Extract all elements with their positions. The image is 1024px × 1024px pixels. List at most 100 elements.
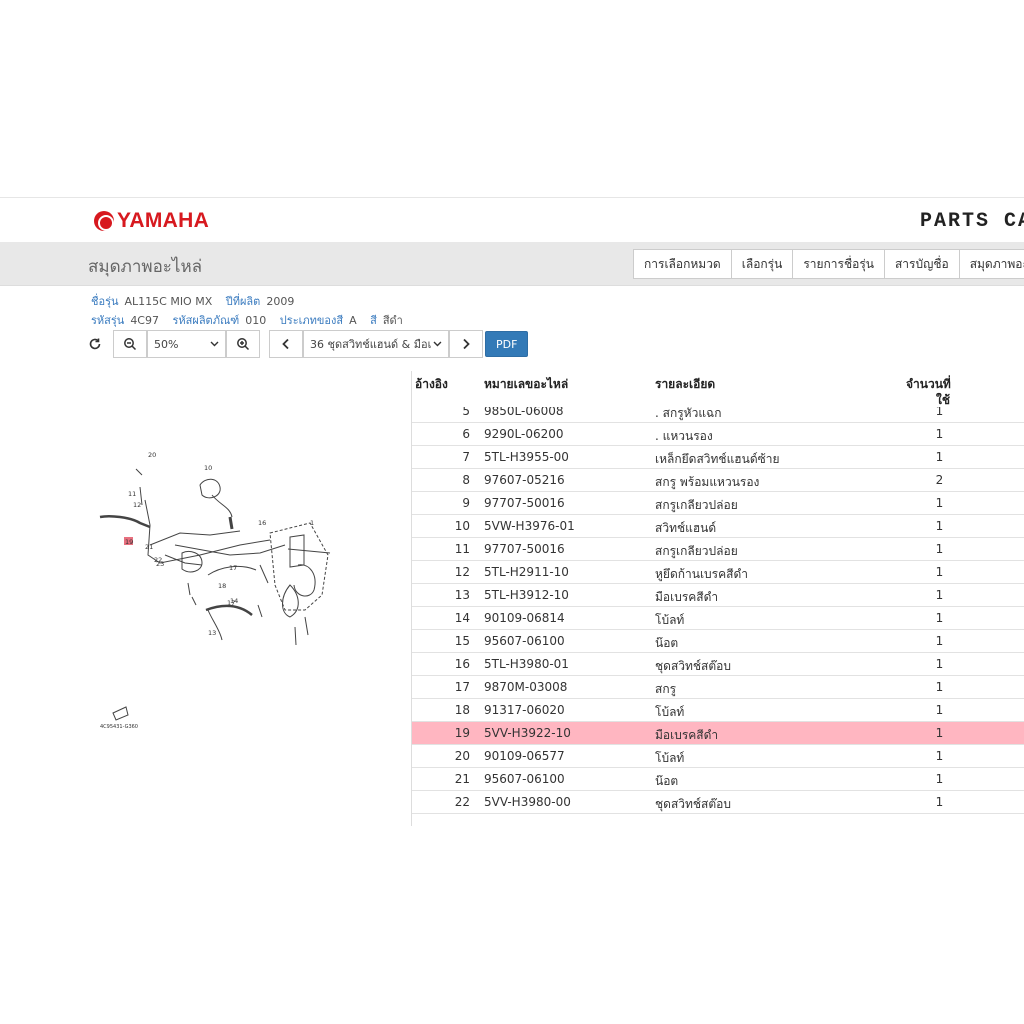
viewer-toolbar: 50% 36 ชุดสวิทช์แฮนด์ & มือเ PDF <box>80 330 529 358</box>
table-row[interactable]: 19 5VV-H3922-10 มือเบรคสีดำ 1 <box>412 722 1024 745</box>
header-ref: อ้างอิง <box>415 377 448 391</box>
color-type-label: ประเภทของสี <box>279 314 344 327</box>
zoom-value: 50% <box>154 337 179 351</box>
callout-1[interactable]: 1 <box>310 519 314 527</box>
color-label: สี <box>370 314 377 327</box>
table-row[interactable]: 15 95607-06100 น๊อต 1 <box>412 630 1024 653</box>
description-cell: โบ้ลท์ <box>655 751 685 765</box>
table-row[interactable]: 13 5TL-H3912-10 มือเบรคสีดำ 1 <box>412 584 1024 607</box>
callout-20[interactable]: 20 <box>148 451 156 459</box>
ref-cell: 6 <box>462 427 470 441</box>
tab-select-model[interactable]: เลือกรุ่น <box>730 249 794 279</box>
section-select[interactable]: 36 ชุดสวิทช์แฮนด์ & มือเ <box>303 330 449 358</box>
callout-11[interactable]: 11 <box>128 490 136 498</box>
quantity-cell: 1 <box>935 657 944 671</box>
part-number-cell: 5TL-H2911-10 <box>484 565 569 579</box>
part-number-cell: 97707-50016 <box>484 496 565 510</box>
model-info-line-2: รหัสรุ่น 4C97 รหัสผลิตภัณฑ์ 010 ประเภทของส… <box>91 311 413 329</box>
table-row[interactable]: 18 91317-06020 โบ้ลท์ 1 <box>412 699 1024 722</box>
chevron-left-icon <box>282 338 289 350</box>
quantity-cell: 1 <box>935 588 944 602</box>
tab-model-list[interactable]: รายการชื่อรุ่น <box>792 249 885 279</box>
part-number-cell: 90109-06814 <box>484 611 565 625</box>
table-row[interactable]: 22 5VV-H3980-00 ชุดสวิทช์สต๊อบ 1 <box>412 791 1024 814</box>
quantity-cell: 1 <box>935 496 944 510</box>
description-cell: . แหวนรอง <box>655 429 713 443</box>
callout-12[interactable]: 12 <box>133 501 141 509</box>
quantity-cell: 1 <box>935 749 944 763</box>
tab-select-category[interactable]: การเลือกหมวด <box>633 249 732 279</box>
table-row[interactable]: 6 9290L-06200 . แหวนรอง 1 <box>412 423 1024 446</box>
table-row[interactable]: 17 9870M-03008 สกรู 1 <box>412 676 1024 699</box>
ref-cell: 21 <box>454 772 470 786</box>
previous-section-button[interactable] <box>269 330 303 358</box>
next-section-button[interactable] <box>449 330 483 358</box>
table-row[interactable]: 14 90109-06814 โบ้ลท์ 1 <box>412 607 1024 630</box>
table-row[interactable]: 7 5TL-H3955-00 เหล็กยึดสวิทช์แฮนด์ซ้าย 1 <box>412 446 1024 469</box>
table-row[interactable]: 11 97707-50016 สกรูเกลียวปล่อย 1 <box>412 538 1024 561</box>
refresh-button[interactable] <box>80 330 110 358</box>
tab-parts-catalog[interactable]: สมุดภาพอะไห <box>958 249 1024 279</box>
table-row[interactable]: 16 5TL-H3980-01 ชุดสวิทช์สต๊อบ 1 <box>412 653 1024 676</box>
part-number-cell: 97607-05216 <box>484 473 565 487</box>
header-description: รายละเอียด <box>655 377 716 391</box>
tuning-fork-icon <box>94 211 114 231</box>
title-bar: สมุดภาพอะไหล่ การเลือกหมวด เลือกรุ่น ราย… <box>0 242 1024 286</box>
chevron-down-icon <box>433 341 442 347</box>
chevron-down-icon <box>210 341 219 347</box>
pdf-button[interactable]: PDF <box>485 331 529 357</box>
section-value: 36 ชุดสวิทช์แฮนด์ & มือเ <box>310 338 432 351</box>
zoom-select[interactable]: 50% <box>147 330 226 358</box>
callout-19[interactable]: 19 <box>125 538 133 546</box>
callout-18[interactable]: 18 <box>218 582 226 590</box>
part-number-cell: 5TL-H3955-00 <box>484 450 569 464</box>
callout-21[interactable]: 21 <box>145 543 153 551</box>
description-cell: ชุดสวิทช์สต๊อบ <box>655 659 731 673</box>
tab-name-index[interactable]: สารบัญชื่อ <box>883 249 960 279</box>
quantity-cell: 2 <box>935 473 944 487</box>
part-number-cell: 9290L-06200 <box>484 427 564 441</box>
quantity-cell: 1 <box>935 611 944 625</box>
ref-cell: 8 <box>462 473 470 487</box>
quantity-cell: 1 <box>935 427 944 441</box>
parts-diagram[interactable]: 20 10 11 12 19 21 22 17 13 14 18 17 1 23… <box>90 445 350 735</box>
table-row[interactable]: 12 5TL-H2911-10 หูยึดก้านเบรคสีดำ 1 <box>412 561 1024 584</box>
description-cell: โบ้ลท์ <box>655 705 685 719</box>
logo-text: YAMAHA <box>117 209 210 232</box>
table-row[interactable]: 10 5VW-H3976-01 สวิทช์แฮนด์ 1 <box>412 515 1024 538</box>
refresh-icon <box>89 338 101 350</box>
page-title: สมุดภาพอะไหล่ <box>88 257 203 277</box>
quantity-cell: 1 <box>935 680 944 694</box>
part-number-cell: 95607-06100 <box>484 634 565 648</box>
table-row[interactable]: 9 97707-50016 สกรูเกลียวปล่อย 1 <box>412 492 1024 515</box>
description-cell: ชุดสวิทช์สต๊อบ <box>655 797 731 811</box>
ref-cell: 16 <box>454 657 470 671</box>
ref-cell: 14 <box>454 611 470 625</box>
quantity-cell: 1 <box>935 634 944 648</box>
table-row[interactable]: 8 97607-05216 สกรู พร้อมแหวนรอง 2 <box>412 469 1024 492</box>
top-bar: YAMAHA PARTS CATA <box>0 197 1024 242</box>
nav-tabs: การเลือกหมวด เลือกรุ่น รายการชื่อรุ่น สา… <box>633 249 1024 279</box>
table-row[interactable]: 21 95607-06100 น๊อต 1 <box>412 768 1024 791</box>
chevron-right-icon <box>463 338 470 350</box>
callout-17[interactable]: 17 <box>229 564 237 572</box>
code-label: รหัสรุ่น <box>91 314 125 327</box>
ref-cell: 19 <box>454 726 470 740</box>
quantity-cell: 1 <box>935 772 944 786</box>
product-label: รหัสผลิตภัณฑ์ <box>172 314 240 327</box>
zoom-in-button[interactable] <box>226 330 260 358</box>
part-number-cell: 5VV-H3922-10 <box>484 726 571 740</box>
callout-13[interactable]: 13 <box>208 629 216 637</box>
header-quantity-line-2: ใช้ <box>936 393 951 407</box>
callout-16[interactable]: 16 <box>258 519 266 527</box>
zoom-out-button[interactable] <box>113 330 147 358</box>
description-cell: น๊อต <box>655 774 679 788</box>
callout-23[interactable]: 23 <box>156 560 164 568</box>
yamaha-logo[interactable]: YAMAHA <box>94 209 209 233</box>
table-row[interactable]: 20 90109-06577 โบ้ลท์ 1 <box>412 745 1024 768</box>
callout-10[interactable]: 10 <box>204 464 212 472</box>
description-cell: เหล็กยึดสวิทช์แฮนด์ซ้าย <box>655 452 780 466</box>
code-value: 4C97 <box>130 314 159 327</box>
description-cell: สกรูเกลียวปล่อย <box>655 544 738 558</box>
callout-17b[interactable]: 17 <box>227 599 235 607</box>
